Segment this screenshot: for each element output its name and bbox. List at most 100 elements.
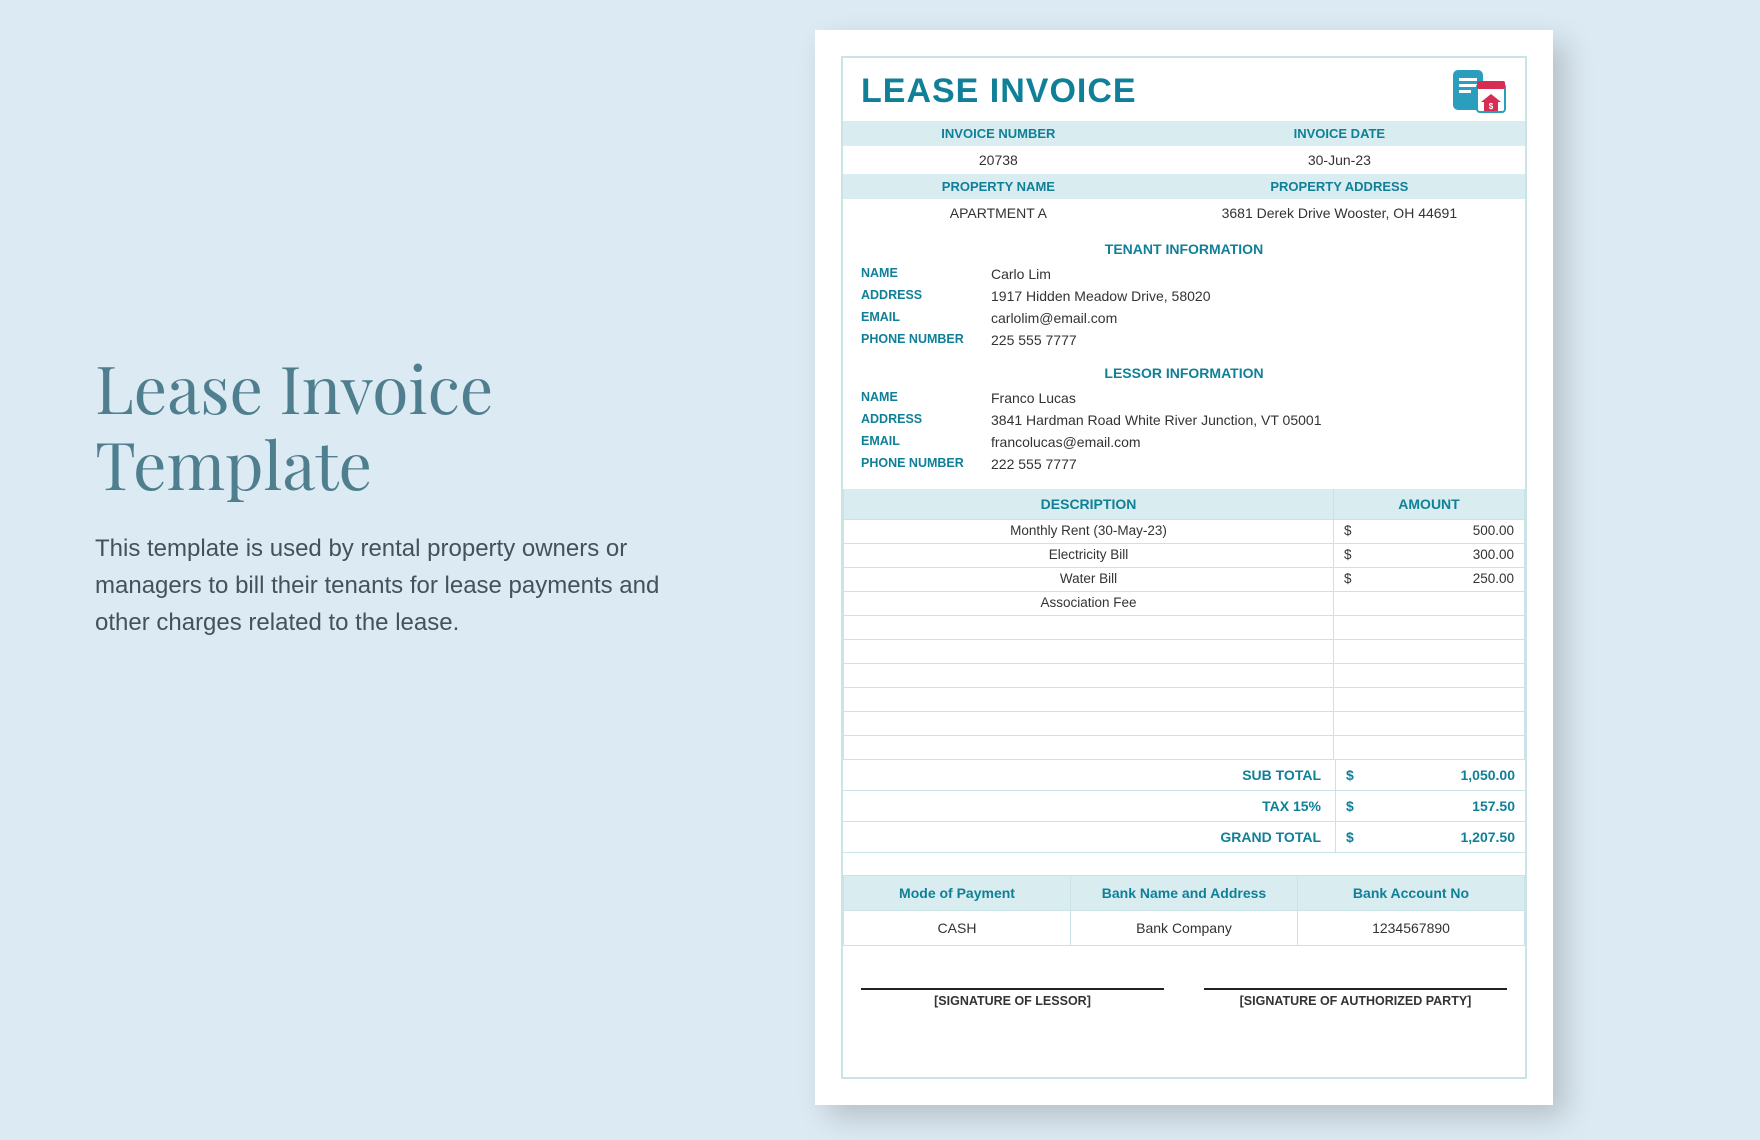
- value-property-address: 3681 Derek Drive Wooster, OH 44691: [1154, 199, 1525, 227]
- signature-section: [SIGNATURE OF LESSOR] [SIGNATURE OF AUTH…: [843, 988, 1525, 1008]
- label-address: ADDRESS: [861, 412, 991, 428]
- label-name: NAME: [861, 390, 991, 406]
- payment-value-row: CASH Bank Company 1234567890: [844, 911, 1524, 945]
- tenant-phone: 225 555 7777: [991, 332, 1077, 348]
- subtotal-row: SUB TOTAL $1,050.00: [843, 760, 1525, 791]
- tax-label: TAX 15%: [843, 791, 1335, 821]
- tenant-phone-row: PHONE NUMBER225 555 7777: [843, 329, 1525, 351]
- line-item: [844, 712, 1524, 736]
- items-header-row: DESCRIPTION AMOUNT: [844, 489, 1524, 520]
- left-panel: Lease Invoice Template This template is …: [95, 350, 665, 641]
- lessor-email: francolucas@email.com: [991, 434, 1141, 450]
- payment-table: Mode of Payment Bank Name and Address Ba…: [843, 875, 1525, 946]
- item-amount: $300.00: [1334, 544, 1524, 567]
- lessor-name-row: NAMEFranco Lucas: [843, 387, 1525, 409]
- lessor-address: 3841 Hardman Road White River Junction, …: [991, 412, 1321, 428]
- tenant-section-header: TENANT INFORMATION: [843, 227, 1525, 263]
- line-item: Water Bill$250.00: [844, 568, 1524, 592]
- line-item: Association Fee: [844, 592, 1524, 616]
- label-bank-account: Bank Account No: [1298, 876, 1524, 910]
- tax-amount: $157.50: [1335, 791, 1525, 821]
- item-desc: Monthly Rent (30-May-23): [844, 520, 1334, 543]
- value-row-2: APARTMENT A 3681 Derek Drive Wooster, OH…: [843, 199, 1525, 227]
- label-bank-name: Bank Name and Address: [1071, 876, 1298, 910]
- item-amount: [1334, 592, 1524, 615]
- lessor-phone-row: PHONE NUMBER222 555 7777: [843, 453, 1525, 475]
- lessor-name: Franco Lucas: [991, 390, 1076, 406]
- tenant-name: Carlo Lim: [991, 266, 1051, 282]
- line-item: [844, 640, 1524, 664]
- tenant-address-row: ADDRESS1917 Hidden Meadow Drive, 58020: [843, 285, 1525, 307]
- line-item: [844, 736, 1524, 760]
- signature-authorized: [SIGNATURE OF AUTHORIZED PARTY]: [1204, 988, 1507, 1008]
- document-page: LEASE INVOICE $ INVOICE NUMBER INVOICE D…: [815, 30, 1553, 1105]
- header-row-1: INVOICE NUMBER INVOICE DATE: [843, 121, 1525, 146]
- item-amount: [1334, 640, 1524, 663]
- page-description: This template is used by rental property…: [95, 530, 665, 642]
- tenant-address: 1917 Hidden Meadow Drive, 58020: [991, 288, 1210, 304]
- line-item: [844, 664, 1524, 688]
- label-property-name: PROPERTY NAME: [843, 174, 1154, 199]
- line-item: Monthly Rent (30-May-23)$500.00: [844, 520, 1524, 544]
- svg-text:$: $: [1489, 102, 1494, 111]
- item-desc: Water Bill: [844, 568, 1334, 591]
- item-desc: [844, 688, 1334, 711]
- value-mode-of-payment: CASH: [844, 911, 1071, 945]
- column-amount: AMOUNT: [1334, 489, 1524, 519]
- item-amount: $250.00: [1334, 568, 1524, 591]
- line-item: [844, 616, 1524, 640]
- label-email: EMAIL: [861, 310, 991, 326]
- value-property-name: APARTMENT A: [843, 199, 1154, 227]
- header-row-2: PROPERTY NAME PROPERTY ADDRESS: [843, 174, 1525, 199]
- tenant-email-row: EMAILcarlolim@email.com: [843, 307, 1525, 329]
- subtotal-label: SUB TOTAL: [843, 760, 1335, 790]
- lessor-phone: 222 555 7777: [991, 456, 1077, 472]
- item-amount: [1334, 688, 1524, 711]
- lessor-section-header: LESSOR INFORMATION: [843, 351, 1525, 387]
- invoice-logo-icon: $: [1451, 68, 1509, 121]
- label-address: ADDRESS: [861, 288, 991, 304]
- value-invoice-date: 30-Jun-23: [1154, 146, 1525, 174]
- lessor-email-row: EMAILfrancolucas@email.com: [843, 431, 1525, 453]
- grand-total-label: GRAND TOTAL: [843, 822, 1335, 852]
- value-bank-name: Bank Company: [1071, 911, 1298, 945]
- subtotal-amount: $1,050.00: [1335, 760, 1525, 790]
- payment-header-row: Mode of Payment Bank Name and Address Ba…: [844, 876, 1524, 911]
- label-invoice-date: INVOICE DATE: [1154, 121, 1525, 146]
- label-mode-of-payment: Mode of Payment: [844, 876, 1071, 910]
- item-desc: [844, 616, 1334, 639]
- item-amount: [1334, 712, 1524, 735]
- value-bank-account: 1234567890: [1298, 911, 1524, 945]
- item-amount: [1334, 736, 1524, 759]
- invoice-title: LEASE INVOICE: [843, 58, 1525, 121]
- grand-total-row: GRAND TOTAL $1,207.50: [843, 822, 1525, 853]
- item-desc: [844, 712, 1334, 735]
- value-row-1: 20738 30-Jun-23: [843, 146, 1525, 174]
- item-amount: [1334, 664, 1524, 687]
- line-items-table: DESCRIPTION AMOUNT Monthly Rent (30-May-…: [843, 489, 1525, 760]
- item-desc: [844, 664, 1334, 687]
- tax-row: TAX 15% $157.50: [843, 791, 1525, 822]
- signature-lessor: [SIGNATURE OF LESSOR]: [861, 988, 1164, 1008]
- item-amount: [1334, 616, 1524, 639]
- label-phone: PHONE NUMBER: [861, 332, 991, 348]
- label-invoice-number: INVOICE NUMBER: [843, 121, 1154, 146]
- document-inner: LEASE INVOICE $ INVOICE NUMBER INVOICE D…: [841, 56, 1527, 1079]
- item-desc: [844, 640, 1334, 663]
- tenant-email: carlolim@email.com: [991, 310, 1117, 326]
- value-invoice-number: 20738: [843, 146, 1154, 174]
- totals-section: SUB TOTAL $1,050.00 TAX 15% $157.50 GRAN…: [843, 760, 1525, 853]
- column-description: DESCRIPTION: [844, 489, 1334, 519]
- label-name: NAME: [861, 266, 991, 282]
- line-item: [844, 688, 1524, 712]
- item-desc: [844, 736, 1334, 759]
- label-email: EMAIL: [861, 434, 991, 450]
- label-phone: PHONE NUMBER: [861, 456, 991, 472]
- line-item: Electricity Bill$300.00: [844, 544, 1524, 568]
- label-property-address: PROPERTY ADDRESS: [1154, 174, 1525, 199]
- lessor-address-row: ADDRESS3841 Hardman Road White River Jun…: [843, 409, 1525, 431]
- page-title: Lease Invoice Template: [95, 350, 665, 502]
- grand-total-amount: $1,207.50: [1335, 822, 1525, 852]
- item-amount: $500.00: [1334, 520, 1524, 543]
- item-desc: Association Fee: [844, 592, 1334, 615]
